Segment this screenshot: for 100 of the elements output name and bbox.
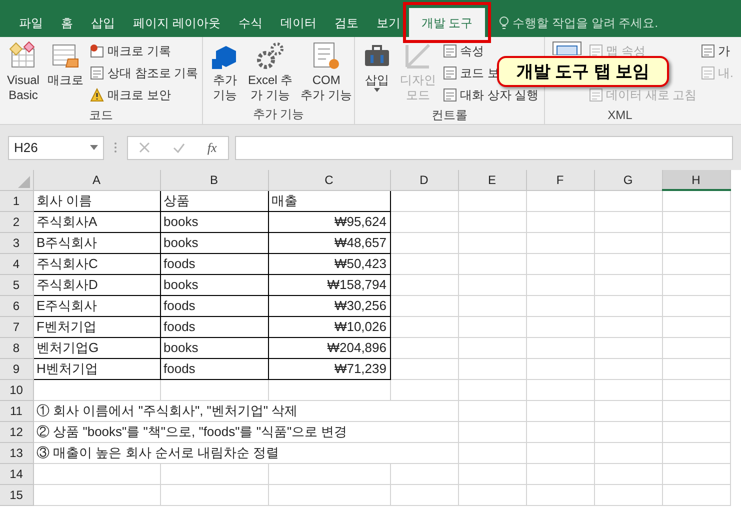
- table-cell: ₩71,239: [334, 360, 386, 376]
- ribbon-icon: [90, 66, 104, 80]
- ribbon-button[interactable]: 삽입: [359, 41, 395, 92]
- table-cell: ₩10,026: [334, 318, 386, 334]
- table-cell: ₩95,624: [334, 214, 386, 229]
- ribbon-button[interactable]: 추가 기능: [207, 41, 243, 103]
- row-header[interactable]: 8: [0, 337, 33, 358]
- column-header[interactable]: H: [662, 170, 730, 190]
- group-label: 추가 기능: [252, 106, 304, 123]
- table-cell: 매출: [272, 192, 298, 208]
- cell-reference: H26: [14, 138, 38, 157]
- insert-function-button[interactable]: fx: [207, 138, 217, 158]
- table-cell: foods: [164, 256, 196, 271]
- row-header[interactable]: 1: [0, 190, 33, 211]
- ribbon-button[interactable]: COM 추가 기능: [298, 41, 356, 103]
- row-header[interactable]: 7: [0, 316, 33, 337]
- ribbon-icon: [443, 44, 457, 58]
- ribbon-button[interactable]: 상대 참조로 기록: [90, 63, 198, 83]
- grip-icon: [114, 142, 117, 153]
- table-cell: books: [164, 340, 198, 355]
- column-header[interactable]: F: [526, 170, 594, 190]
- dropdown-icon: [90, 145, 98, 150]
- ribbon-tab[interactable]: 홈: [52, 8, 82, 37]
- table-cell: ₩204,896: [327, 340, 386, 355]
- row-header[interactable]: 11: [0, 400, 33, 421]
- tell-me-field[interactable]: 수행할 작업을 알려 주세요.: [512, 14, 658, 32]
- table-cell: ₩30,256: [334, 298, 386, 313]
- ribbon-icon: [443, 66, 457, 80]
- ribbon-button[interactable]: 가: [701, 41, 734, 61]
- ribbon-button[interactable]: 매크로 기록: [90, 41, 198, 61]
- column-header[interactable]: A: [33, 170, 160, 190]
- group-label: 컨트롤: [432, 106, 468, 124]
- ribbon-button[interactable]: 대화 상자 실행: [443, 85, 539, 105]
- row-header[interactable]: 9: [0, 358, 33, 379]
- cancel-icon[interactable]: [139, 142, 150, 153]
- row-header[interactable]: 13: [0, 442, 33, 463]
- ribbon-icon: [255, 41, 286, 71]
- ribbon-icon: [552, 41, 582, 55]
- note-text: ③ 매출이 높은 회사 순서로 내림차순 정렬: [36, 444, 280, 460]
- table-cell: books: [164, 234, 198, 250]
- ribbon-icon: [90, 44, 104, 58]
- ribbon-tab[interactable]: 개발 도구: [409, 8, 485, 37]
- ribbon-icon: [90, 88, 104, 102]
- ribbon-tab[interactable]: 보기: [367, 8, 410, 37]
- table-cell: 벤처기업G: [36, 340, 99, 355]
- caret-icon: [374, 88, 380, 92]
- table-cell: 회사 이름: [36, 192, 92, 208]
- ribbon-button[interactable]: 매크로: [44, 41, 86, 88]
- ribbon-button[interactable]: Excel 추 가 기능: [245, 41, 296, 103]
- column-header[interactable]: G: [594, 170, 662, 190]
- ribbon-button[interactable]: 매크로 보안: [90, 85, 198, 105]
- table-cell: foods: [164, 360, 196, 376]
- ribbon-icon: [701, 44, 715, 58]
- row-header[interactable]: 6: [0, 295, 33, 316]
- select-all-icon[interactable]: [18, 176, 30, 188]
- ribbon-button[interactable]: Visual Basic: [4, 41, 42, 103]
- group-label: XML: [608, 106, 632, 124]
- formula-input[interactable]: [235, 136, 733, 160]
- table-cell: foods: [164, 318, 196, 334]
- table-cell: 상품: [164, 192, 190, 208]
- check-icon[interactable]: [172, 142, 185, 152]
- column-header[interactable]: C: [268, 170, 390, 190]
- table-cell: ₩48,657: [334, 234, 386, 250]
- table-cell: 주식회사C: [36, 256, 98, 271]
- name-box[interactable]: H26: [8, 136, 104, 160]
- ribbon-tab[interactable]: 검토: [325, 8, 368, 37]
- ribbon-tab[interactable]: 수식: [229, 8, 272, 37]
- note-text: ① 회사 이름에서 "주식회사", "벤처기업" 삭제: [36, 402, 298, 418]
- table-cell: F벤처기업: [36, 318, 96, 334]
- column-header[interactable]: E: [458, 170, 526, 190]
- row-header[interactable]: 10: [0, 379, 33, 400]
- row-header[interactable]: 12: [0, 421, 33, 442]
- table-cell: ₩158,794: [327, 276, 386, 292]
- row-header[interactable]: 14: [0, 463, 33, 484]
- ribbon-tab[interactable]: 파일: [10, 8, 52, 37]
- ribbon-tab[interactable]: 삽입: [82, 8, 124, 37]
- group-label: 코드: [89, 106, 113, 124]
- ribbon-tab[interactable]: 데이터: [271, 8, 326, 37]
- table-cell: H벤처기업: [36, 360, 98, 376]
- row-header[interactable]: 15: [0, 484, 33, 505]
- table-cell: E주식회사: [36, 298, 98, 313]
- column-header[interactable]: D: [390, 170, 458, 190]
- table-cell: 주식회사A: [36, 214, 98, 229]
- table-cell: books: [164, 214, 198, 229]
- ribbon-icon: [443, 88, 457, 102]
- callout-tooltip: 개발 도구 탭 보임: [497, 56, 669, 87]
- note-text: ② 상품 "books"를 "책"으로, "foods"를 "식품"으로 변경: [36, 424, 348, 439]
- table-cell: foods: [164, 298, 196, 313]
- column-header[interactable]: B: [160, 170, 268, 190]
- table-cell: B주식회사: [36, 234, 98, 250]
- ribbon-icon: [311, 41, 342, 71]
- row-header[interactable]: 3: [0, 232, 33, 253]
- ribbon-icon: [701, 66, 715, 80]
- table-cell: ₩50,423: [334, 256, 386, 271]
- table-cell: 주식회사D: [36, 276, 98, 292]
- lightbulb-icon: [498, 16, 509, 30]
- ribbon-tab[interactable]: 페이지 레이아웃: [124, 8, 230, 37]
- row-header[interactable]: 4: [0, 253, 33, 274]
- row-header[interactable]: 5: [0, 274, 33, 295]
- row-header[interactable]: 2: [0, 211, 33, 232]
